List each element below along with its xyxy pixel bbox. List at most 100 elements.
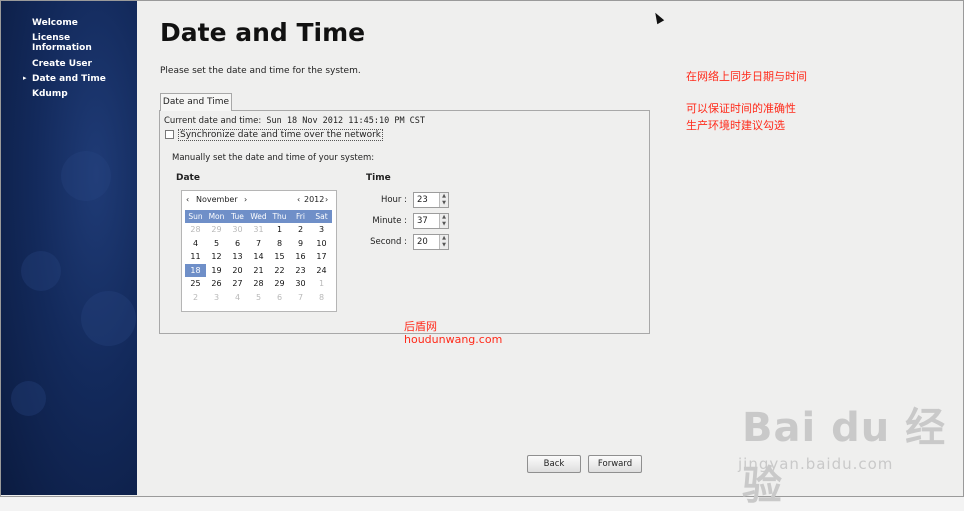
page-subtitle: Please set the date and time for the sys… [160, 66, 361, 76]
current-date-value: Sun 18 Nov 2012 11:45:10 PM CST [266, 116, 426, 126]
calendar-day[interactable]: 1 [269, 223, 290, 237]
sidebar-item-kdump: Kdump [32, 89, 68, 99]
calendar-week-row: 4 5 6 7 8 9 10 [185, 237, 332, 251]
minute-value[interactable]: 37 [417, 214, 428, 228]
calendar-week-row: 11 12 13 14 15 16 17 [185, 250, 332, 264]
sidebar-item-license: License Information [32, 33, 92, 53]
calendar-day[interactable]: 30 [227, 223, 248, 237]
calendar-grid: Sun Mon Tue Wed Thu Fri Sat 28 29 30 31 1 2 3 4 5 6 7 8 9 1… [185, 210, 332, 304]
tab-date-time[interactable]: Date and Time [160, 93, 232, 111]
prev-month-button[interactable]: ‹ [186, 191, 189, 209]
calendar-week-row: 18 19 20 21 22 23 24 [185, 263, 332, 278]
annotation-sync-note: 在网络上同步日期与时间 [686, 70, 807, 83]
calendar-body: 28 29 30 31 1 2 3 4 5 6 7 8 9 10 11 12 13 14 15 16 17 18 19 20 2… [185, 223, 332, 304]
baidu-watermark-url: jingyan.baidu.com [738, 455, 894, 473]
calendar-day[interactable]: 5 [206, 237, 227, 251]
calendar-day[interactable]: 25 [185, 277, 206, 291]
hour-value[interactable]: 23 [417, 193, 428, 207]
spin-arrows-icon[interactable]: ▲ ▼ [439, 193, 448, 207]
calendar-week-row: 2345678 [185, 291, 332, 305]
second-spinner[interactable]: 20 ▲ ▼ [413, 234, 449, 250]
next-year-button[interactable]: › [325, 191, 328, 209]
calendar-day[interactable]: 23 [290, 264, 311, 278]
calendar-day[interactable]: 7 [248, 237, 269, 251]
second-value[interactable]: 20 [417, 235, 428, 249]
calendar-day[interactable]: 28 [248, 277, 269, 291]
calendar-day[interactable]: 15 [269, 250, 290, 264]
calendar-day[interactable]: 6 [227, 237, 248, 251]
calendar-day[interactable]: 8 [269, 237, 290, 251]
sync-network-label[interactable]: Synchronize date and time over the netwo… [178, 129, 383, 141]
calendar-day[interactable]: 24 [311, 264, 332, 278]
spin-arrows-icon[interactable]: ▲ ▼ [439, 235, 448, 249]
time-heading: Time [366, 173, 391, 183]
calendar-day[interactable]: 13 [227, 250, 248, 264]
calendar-day[interactable]: 17 [311, 250, 332, 264]
calendar-day[interactable]: 11 [185, 250, 206, 264]
weekday-header: Sat [311, 210, 332, 223]
calendar-day[interactable]: 14 [248, 250, 269, 264]
calendar-day[interactable]: 19 [206, 264, 227, 278]
spin-arrows-icon[interactable]: ▲ ▼ [439, 214, 448, 228]
minute-label: Minute : [372, 216, 407, 226]
annotation-site-url: houdunwang.com [404, 333, 503, 346]
calendar-day[interactable]: 6 [269, 291, 290, 305]
baidu-watermark-logo: Bai du 经验 [742, 405, 947, 509]
weekday-header: Thu [269, 210, 290, 223]
calendar-day[interactable]: 4 [185, 237, 206, 251]
forward-button[interactable]: Forward [588, 455, 642, 473]
calendar-day[interactable]: 7 [290, 291, 311, 305]
back-button[interactable]: Back [527, 455, 581, 473]
weekday-header: Tue [227, 210, 248, 223]
annotation-site-name: 后盾网 [404, 320, 437, 333]
calendar-day[interactable]: 30 [290, 277, 311, 291]
calendar-day[interactable]: 22 [269, 264, 290, 278]
weekday-header: Sun [185, 210, 206, 223]
calendar-day[interactable]: 28 [185, 223, 206, 237]
sync-network-checkbox[interactable]: Synchronize date and time over the netwo… [165, 129, 383, 141]
calendar-day[interactable]: 4 [227, 291, 248, 305]
calendar-day[interactable]: 1 [311, 277, 332, 291]
sidebar-item-welcome: Welcome [32, 18, 78, 28]
calendar-week-row: 28 29 30 31 1 2 3 [185, 223, 332, 237]
calendar-nav: ‹ November › ‹ 2012 › [182, 191, 336, 209]
hour-label: Hour : [380, 195, 407, 205]
calendar-day[interactable]: 9 [290, 237, 311, 251]
calendar-day[interactable]: 8 [311, 291, 332, 305]
calendar-day[interactable]: 12 [206, 250, 227, 264]
sidebar-item-create-user: Create User [32, 59, 92, 69]
calendar-week-row: 25 26 27 28 29 30 1 [185, 277, 332, 291]
page-title: Date and Time [160, 18, 366, 47]
weekday-header: Fri [290, 210, 311, 223]
calendar-day[interactable]: 2 [185, 291, 206, 305]
decor-bubble [11, 381, 46, 416]
calendar-day[interactable]: 29 [269, 277, 290, 291]
hour-spinner[interactable]: 23 ▲ ▼ [413, 192, 449, 208]
checkbox-box[interactable] [165, 130, 174, 139]
decor-bubble [81, 291, 136, 346]
calendar-day[interactable]: 2 [290, 223, 311, 237]
calendar-day[interactable]: 31 [248, 223, 269, 237]
calendar-day[interactable]: 26 [206, 277, 227, 291]
second-label: Second : [370, 237, 407, 247]
calendar-day[interactable]: 29 [206, 223, 227, 237]
calendar-day[interactable]: 16 [290, 250, 311, 264]
prev-year-button[interactable]: ‹ [297, 191, 300, 209]
minute-spinner[interactable]: 37 ▲ ▼ [413, 213, 449, 229]
calendar-day[interactable]: 21 [248, 264, 269, 278]
current-step-arrow-icon: ▸ [23, 74, 27, 82]
calendar-day[interactable]: 3 [311, 223, 332, 237]
weekday-header: Mon [206, 210, 227, 223]
calendar-day[interactable]: 18 [185, 263, 206, 277]
calendar-day[interactable]: 20 [227, 264, 248, 278]
sidebar-item-date-time: Date and Time [32, 74, 106, 84]
weekday-header-row: Sun Mon Tue Wed Thu Fri Sat [185, 210, 332, 223]
calendar-day[interactable]: 5 [248, 291, 269, 305]
calendar-day[interactable]: 27 [227, 277, 248, 291]
annotation-production-note: 生产环境时建议勾选 [686, 119, 785, 132]
manual-set-label: Manually set the date and time of your s… [172, 153, 375, 163]
current-date-label: Current date and time: [164, 116, 262, 126]
next-month-button[interactable]: › [244, 191, 247, 209]
calendar-day[interactable]: 10 [311, 237, 332, 251]
calendar-day[interactable]: 3 [206, 291, 227, 305]
